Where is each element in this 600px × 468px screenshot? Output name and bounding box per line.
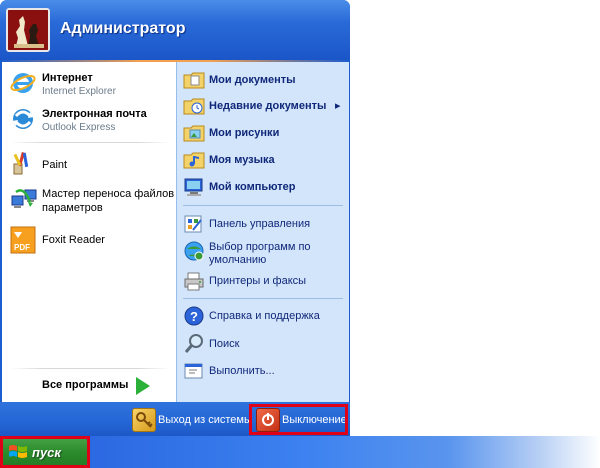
recent-documents-icon bbox=[183, 96, 205, 116]
help-support-label: Справка и поддержка bbox=[209, 310, 320, 322]
my-music-icon bbox=[183, 150, 205, 170]
my-documents-icon bbox=[183, 70, 205, 90]
control-panel-icon bbox=[183, 214, 205, 234]
place-my-pictures[interactable]: Мои рисунки bbox=[183, 123, 343, 145]
system-default-programs-label-line1: Выбор программ по bbox=[209, 241, 311, 253]
right-separator-1 bbox=[183, 205, 343, 206]
help-search-label: Поиск bbox=[209, 338, 240, 350]
my-pictures-icon bbox=[183, 123, 205, 143]
place-my-documents[interactable]: Мои документы bbox=[183, 70, 343, 92]
start-highlight-frame bbox=[0, 436, 90, 468]
help-run[interactable]: Выполнить... bbox=[183, 361, 343, 383]
paint-icon bbox=[10, 150, 36, 176]
help-support[interactable]: ? Справка и поддержка bbox=[183, 305, 343, 327]
svg-text:?: ? bbox=[190, 309, 198, 324]
recent-foxit-reader[interactable]: PDF Foxit Reader bbox=[10, 226, 170, 256]
right-pane: Мои документы Недавние документы ▸ Мои р… bbox=[176, 62, 349, 402]
default-programs-icon bbox=[183, 240, 205, 262]
logoff-label: Выход из системы bbox=[158, 414, 252, 426]
start-menu: Администратор Интернет Internet Explorer bbox=[0, 0, 350, 436]
internet-explorer-icon bbox=[10, 70, 36, 96]
pinned-email[interactable]: Электронная почта Outlook Express bbox=[10, 106, 170, 138]
user-name: Администратор bbox=[60, 20, 186, 37]
pinned-internet-title: Интернет bbox=[42, 72, 93, 84]
all-programs-label: Все программы bbox=[42, 379, 129, 391]
desktop: Администратор Интернет Internet Explorer bbox=[0, 0, 600, 468]
printers-icon bbox=[183, 271, 205, 291]
place-recent-documents[interactable]: Недавние документы ▸ bbox=[183, 96, 343, 118]
place-my-music-label: Моя музыка bbox=[209, 154, 275, 166]
left-separator bbox=[10, 142, 170, 143]
taskbar bbox=[0, 436, 600, 468]
foxit-reader-icon: PDF bbox=[10, 226, 36, 254]
run-icon bbox=[183, 361, 205, 381]
submenu-arrow-icon: ▸ bbox=[335, 100, 341, 112]
right-separator-2 bbox=[183, 298, 343, 299]
recent-paint[interactable]: Paint bbox=[10, 150, 170, 178]
pinned-internet-subtitle: Internet Explorer bbox=[42, 86, 116, 97]
pinned-internet[interactable]: Интернет Internet Explorer bbox=[10, 70, 170, 102]
system-control-panel[interactable]: Панель управления bbox=[183, 214, 343, 236]
help-search[interactable]: Поиск bbox=[183, 333, 343, 355]
my-computer-icon bbox=[183, 177, 205, 197]
key-icon bbox=[132, 408, 156, 432]
place-recent-documents-label: Недавние документы bbox=[209, 100, 327, 112]
recent-foxit-reader-title: Foxit Reader bbox=[42, 234, 105, 246]
transfer-wizard-icon bbox=[10, 186, 38, 214]
shutdown-highlight-frame bbox=[249, 404, 348, 435]
system-default-programs-label-line2: умолчанию bbox=[209, 254, 267, 266]
place-my-computer[interactable]: Мой компьютер bbox=[183, 177, 343, 199]
arrow-right-icon bbox=[136, 377, 150, 395]
place-my-pictures-label: Мои рисунки bbox=[209, 127, 280, 139]
pinned-email-subtitle: Outlook Express bbox=[42, 122, 116, 133]
place-my-music[interactable]: Моя музыка bbox=[183, 150, 343, 172]
start-menu-footer: Выход из системы Выключение bbox=[0, 402, 350, 436]
recent-transfer-wizard-title-line2: параметров bbox=[42, 202, 103, 214]
logoff-button[interactable]: Выход из системы bbox=[132, 406, 252, 434]
help-icon: ? bbox=[183, 305, 205, 327]
start-menu-header: Администратор bbox=[0, 0, 350, 62]
help-run-label: Выполнить... bbox=[209, 365, 275, 377]
svg-text:PDF: PDF bbox=[14, 243, 30, 252]
system-default-programs[interactable]: Выбор программ по умолчанию bbox=[183, 240, 343, 270]
all-programs-separator bbox=[10, 368, 170, 369]
recent-transfer-wizard[interactable]: Мастер переноса файлов и параметров bbox=[10, 186, 183, 218]
user-avatar[interactable] bbox=[6, 8, 50, 52]
place-my-computer-label: Мой компьютер bbox=[209, 181, 296, 193]
all-programs-button[interactable]: Все программы bbox=[32, 374, 172, 398]
recent-transfer-wizard-title-line1: Мастер переноса файлов и bbox=[42, 188, 184, 200]
search-icon bbox=[183, 333, 205, 355]
pinned-email-title: Электронная почта bbox=[42, 108, 147, 120]
system-control-panel-label: Панель управления bbox=[209, 218, 311, 230]
left-pane: Интернет Internet Explorer Электронная п… bbox=[2, 62, 183, 402]
place-my-documents-label: Мои документы bbox=[209, 74, 296, 86]
recent-paint-title: Paint bbox=[42, 159, 68, 171]
system-printers-label: Принтеры и факсы bbox=[209, 275, 307, 287]
outlook-express-icon bbox=[10, 106, 36, 132]
chess-avatar-icon bbox=[8, 10, 48, 50]
system-printers[interactable]: Принтеры и факсы bbox=[183, 271, 343, 293]
